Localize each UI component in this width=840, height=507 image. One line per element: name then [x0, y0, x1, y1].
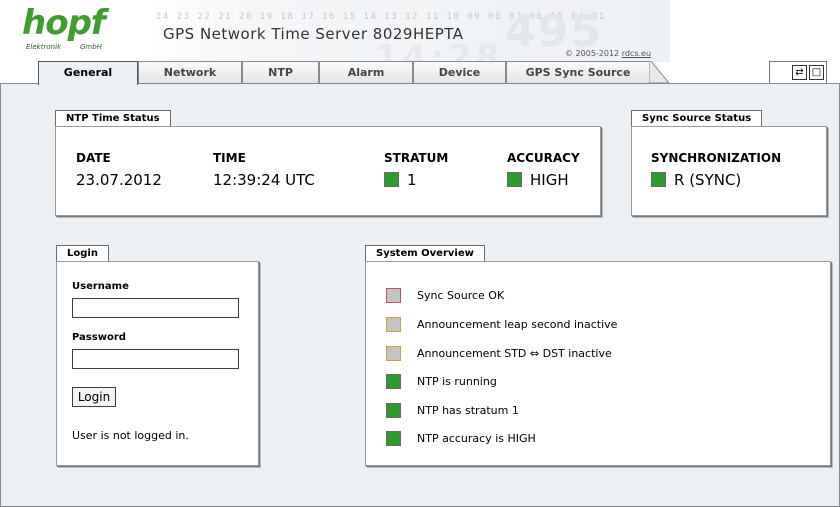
overview-item-ntp-stratum: NTP has stratum 1: [417, 404, 519, 417]
ntp-status-panel: DATE 23.07.2012 TIME 12:39:24 UTC STRATU…: [55, 126, 601, 216]
login-panel: Username Password Login User is not logg…: [56, 261, 259, 466]
tab-device[interactable]: Device: [413, 61, 506, 83]
sync-source-ok-indicator: [386, 288, 401, 303]
copyright-text: © 2005-2012: [565, 49, 620, 58]
login-title: Login: [56, 245, 109, 261]
logo: hopf Elektronik GmbH: [22, 4, 132, 56]
system-overview-title: System Overview: [365, 245, 485, 261]
accuracy-value: HIGH: [530, 171, 569, 189]
tool-box: ⇄ □: [769, 61, 827, 83]
logo-sub-left: Elektronik: [26, 43, 62, 51]
system-overview-panel: Sync Source OK Announcement leap second …: [365, 261, 831, 466]
product-title: GPS Network Time Server 8029HEPTA: [163, 25, 464, 43]
main-content: NTP Time Status DATE 23.07.2012 TIME 12:…: [0, 83, 840, 507]
sync-source-panel: SYNCHRONIZATION R (SYNC): [631, 126, 827, 216]
login-status: User is not logged in.: [72, 429, 189, 442]
std-dst-indicator: [386, 346, 401, 361]
stratum-value: 1: [407, 171, 417, 189]
tab-network[interactable]: Network: [138, 61, 242, 83]
synchronization-label: SYNCHRONIZATION: [651, 151, 782, 165]
date-value: 23.07.2012: [76, 171, 162, 189]
tab-end-slant: [649, 61, 669, 83]
tab-gps-sync-source[interactable]: GPS Sync Source: [506, 61, 650, 83]
logo-sub-right: GmbH: [80, 43, 102, 51]
stratum-label: STRATUM: [384, 151, 449, 165]
username-input[interactable]: [72, 298, 239, 318]
synchronization-value: R (SYNC): [674, 171, 742, 189]
overview-item-std-dst: Announcement STD ⇔ DST inactive: [417, 347, 612, 360]
copyright-link[interactable]: rdcs.eu: [622, 49, 651, 58]
time-label: TIME: [213, 151, 246, 165]
ntp-stratum-indicator: [386, 403, 401, 418]
overview-item-leap-second: Announcement leap second inactive: [417, 318, 618, 331]
login-button[interactable]: Login: [72, 387, 116, 407]
password-input[interactable]: [72, 349, 239, 369]
ntp-running-indicator: [386, 374, 401, 389]
refresh-icon[interactable]: ⇄: [792, 65, 807, 80]
tab-bar: General Network NTP Alarm Device GPS Syn…: [0, 61, 840, 85]
tab-general[interactable]: General: [38, 61, 138, 85]
time-value: 12:39:24 UTC: [213, 171, 315, 189]
logo-word: hopf: [22, 3, 106, 43]
ntp-accuracy-indicator: [386, 431, 401, 446]
tab-alarm[interactable]: Alarm: [319, 61, 413, 83]
stratum-indicator: [384, 172, 399, 187]
sync-source-title: Sync Source Status: [631, 110, 763, 126]
window-icon[interactable]: □: [809, 65, 824, 80]
leap-second-indicator: [386, 317, 401, 332]
copyright: © 2005-2012 rdcs.eu: [565, 49, 651, 58]
accuracy-indicator: [507, 172, 522, 187]
tab-ntp[interactable]: NTP: [242, 61, 319, 83]
ntp-status-title: NTP Time Status: [55, 110, 171, 126]
synchronization-indicator: [651, 172, 666, 187]
header: 24 23 22 21 20 19 18 17 16 15 14 13 12 1…: [0, 0, 840, 78]
date-label: DATE: [76, 151, 111, 165]
password-label: Password: [72, 332, 126, 343]
overview-item-ntp-accuracy: NTP accuracy is HIGH: [417, 432, 536, 445]
username-label: Username: [72, 281, 129, 292]
accuracy-label: ACCURACY: [507, 151, 580, 165]
overview-item-ntp-running: NTP is running: [417, 375, 497, 388]
overview-item-sync-source: Sync Source OK: [417, 289, 505, 302]
